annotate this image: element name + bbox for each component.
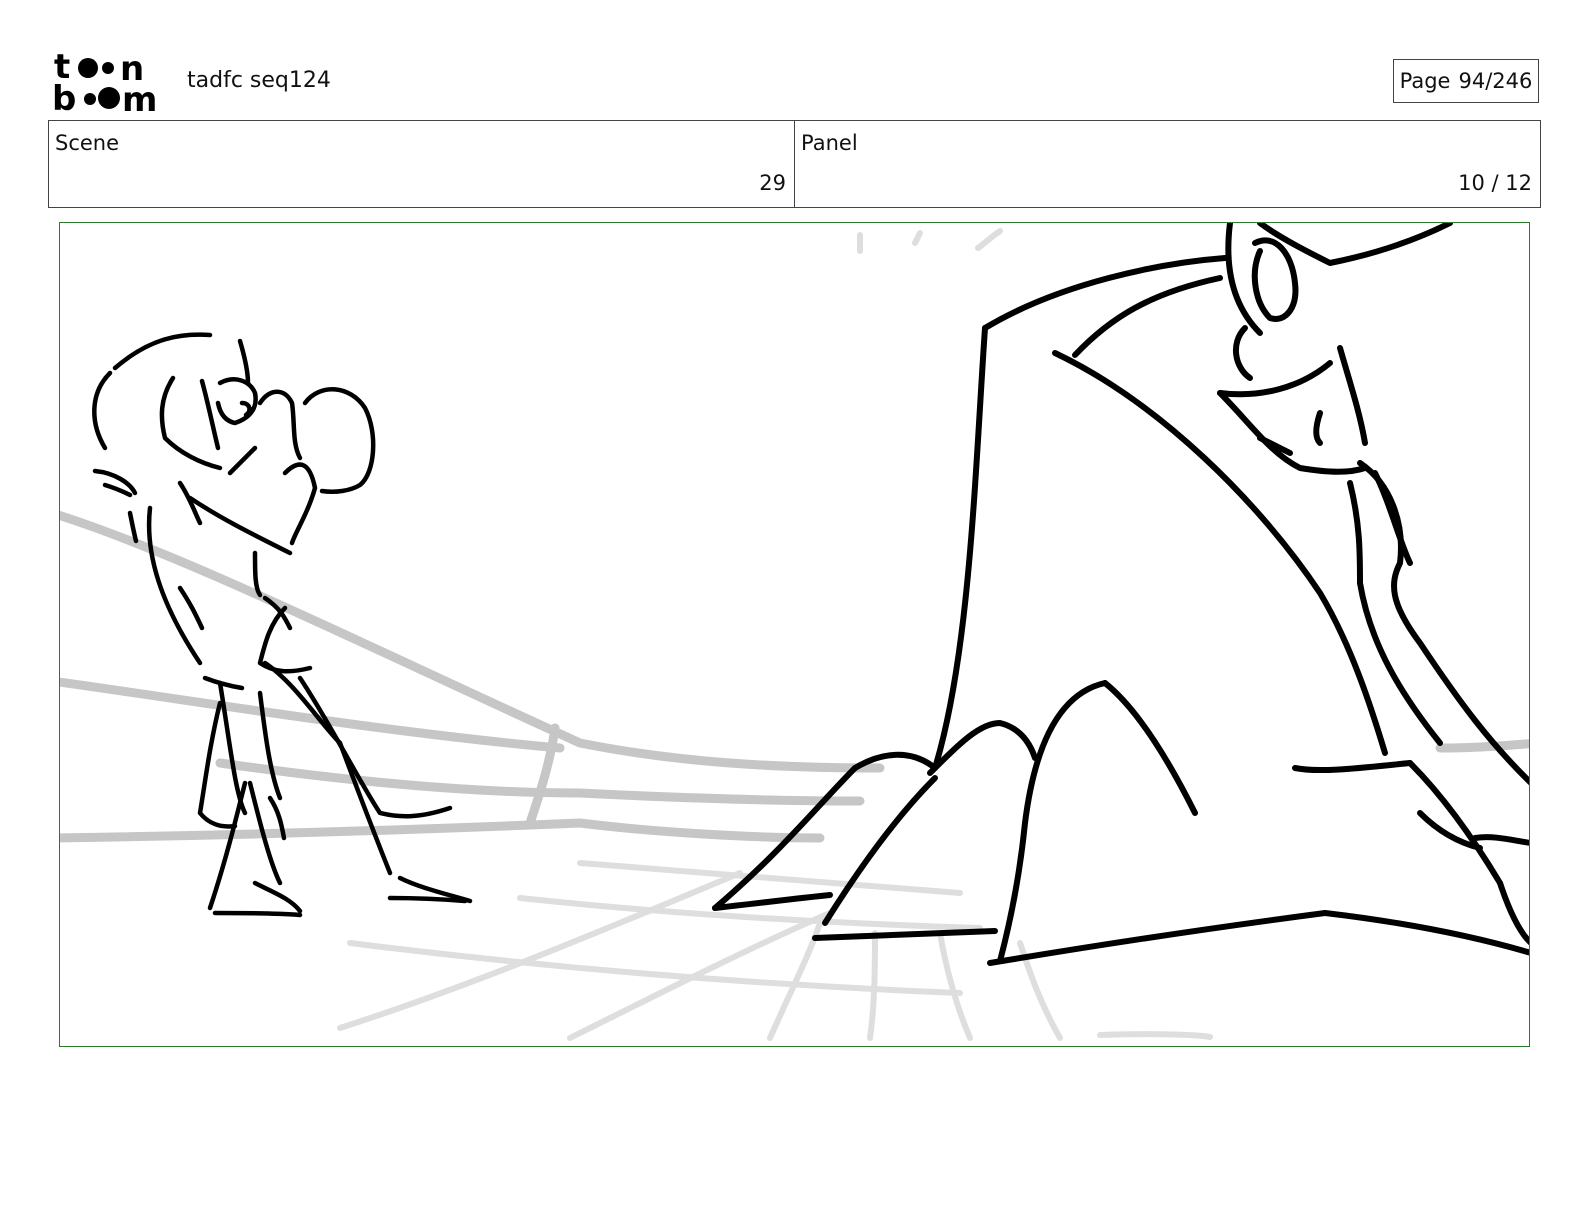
scene-label: Scene <box>55 131 120 155</box>
scene-number: 29 <box>759 171 786 195</box>
panel-cell: Panel 10 / 12 <box>794 121 1540 207</box>
scene-cell: Scene 29 <box>49 121 794 207</box>
svg-text:m: m <box>122 80 157 114</box>
page-number: 94/246 <box>1458 69 1533 93</box>
page-label: Page <box>1399 69 1451 93</box>
page-indicator: Page 94/246 <box>1393 59 1539 103</box>
storyboard-panel-image <box>59 222 1530 1047</box>
project-title: tadfc seq124 <box>187 68 331 93</box>
giant-character-sketch <box>712 223 1529 966</box>
panel-label: Panel <box>801 131 858 155</box>
panel-number: 10 / 12 <box>1458 171 1532 195</box>
toon-boom-logo: t n b m <box>50 47 165 120</box>
scene-panel-table: Scene 29 Panel 10 / 12 <box>48 120 1541 208</box>
svg-text:b: b <box>52 79 76 114</box>
